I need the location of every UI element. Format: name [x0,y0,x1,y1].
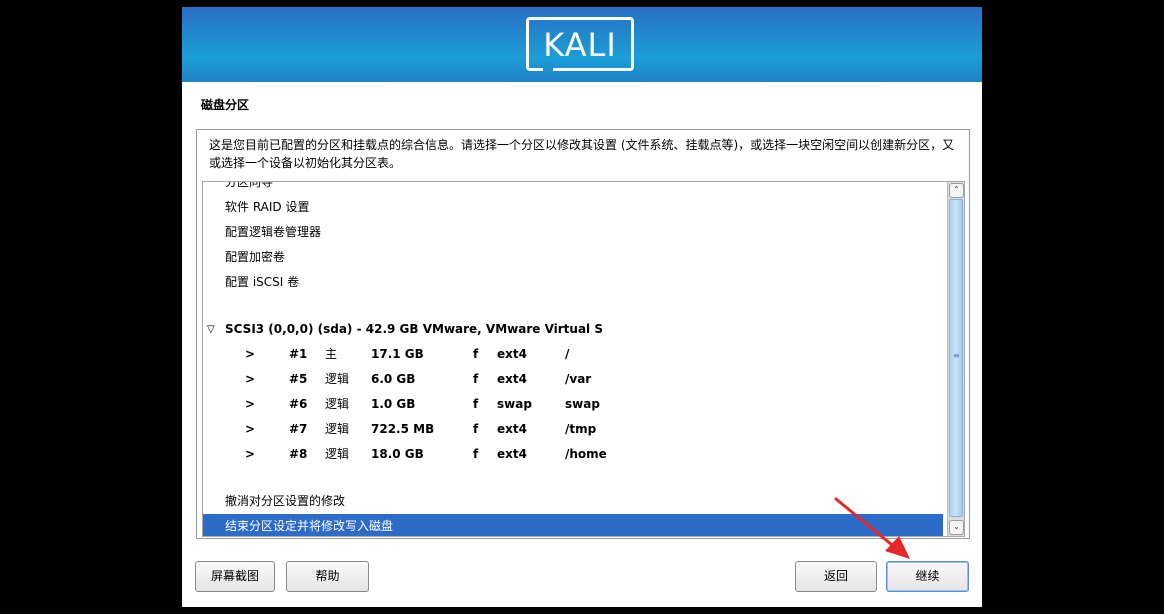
partition-type: 主 [325,347,338,361]
chevron-right-icon: > [245,447,256,461]
chevron-right-icon: > [245,397,256,411]
list-item-encrypted-volumes[interactable]: 配置加密卷 [203,245,943,270]
list-item-iscsi[interactable]: 配置 iSCSI 卷 [203,270,943,295]
scroll-up-icon[interactable]: ⌃ [949,183,964,198]
partition-number: #1 [289,347,308,361]
partition-number: #8 [289,447,308,461]
partition-mountpoint: /home [565,447,607,461]
back-button[interactable]: 返回 [795,561,877,592]
partition-row[interactable]: > #1 主 17.1 GB f ext4 / [203,342,943,367]
partition-mountpoint: swap [565,397,600,411]
scroll-down-icon[interactable]: ⌄ [949,520,964,535]
partition-size: 18.0 GB [371,447,424,461]
screenshot-button[interactable]: 屏幕截图 [195,561,275,592]
partition-type: 逻辑 [325,422,350,436]
list-item-software-raid[interactable]: 软件 RAID 设置 [203,195,943,220]
partition-row[interactable]: > #5 逻辑 6.0 GB f ext4 /var [203,367,943,392]
partition-number: #5 [289,372,308,386]
partition-type: 逻辑 [325,447,350,461]
content-panel: 这是您目前已配置的分区和挂载点的综合信息。请选择一个分区以修改其设置 (文件系统… [196,129,970,539]
partition-number: #6 [289,397,308,411]
continue-button[interactable]: 继续 [886,561,969,592]
partition-type: 逻辑 [325,397,350,411]
instructions-text: 这是您目前已配置的分区和挂载点的综合信息。请选择一个分区以修改其设置 (文件系统… [209,138,955,170]
partition-row[interactable]: > #6 逻辑 1.0 GB f swap swap [203,392,943,417]
chevron-right-icon: > [245,422,256,436]
list-item-undo-changes[interactable]: 撤消对分区设置的修改 [203,489,943,514]
partition-mountpoint: /tmp [565,422,597,436]
partition-filesystem: ext4 [497,347,527,361]
partition-format-flag: f [473,422,479,436]
grip-icon: ≡ [953,351,960,360]
list-item-finish-partitioning[interactable]: 结束分区设定并将修改写入磁盘 [203,514,943,536]
partition-format-flag: f [473,397,479,411]
partition-format-flag: f [473,347,479,361]
step-title: 磁盘分区 [201,98,250,112]
partition-mountpoint: /var [565,372,592,386]
installer-window: KALI 磁盘分区 这是您目前已配置的分区和挂载点的综合信息。请选择一个分区以修… [182,7,982,607]
chevron-right-icon: > [245,372,256,386]
kali-banner: KALI [182,7,982,82]
partition-filesystem: ext4 [497,372,527,386]
partition-row[interactable]: > #8 逻辑 18.0 GB f ext4 /home [203,442,943,467]
expand-triangle-icon: ▽ [207,324,215,335]
partition-size: 6.0 GB [371,372,416,386]
partition-format-flag: f [473,447,479,461]
partition-filesystem: swap [497,397,532,411]
list-item-disk-sda[interactable]: ▽ SCSI3 (0,0,0) (sda) - 42.9 GB VMware, … [203,317,943,342]
scrollbar-thumb[interactable]: ≡ [949,199,963,517]
partition-mountpoint: / [565,347,570,361]
list-item-lvm[interactable]: 配置逻辑卷管理器 [203,220,943,245]
kali-logo: KALI [526,17,634,71]
logo-text: KALI [543,26,617,64]
list-scrollbar[interactable]: ⌃ ≡ ⌄ [947,182,964,536]
partition-format-flag: f [473,372,479,386]
partition-size: 1.0 GB [371,397,416,411]
partition-row[interactable]: > #7 逻辑 722.5 MB f ext4 /tmp [203,417,943,442]
chevron-right-icon: > [245,347,256,361]
partition-filesystem: ext4 [497,422,527,436]
partition-filesystem: ext4 [497,447,527,461]
help-button[interactable]: 帮助 [286,561,369,592]
partition-type: 逻辑 [325,372,350,386]
partition-size: 17.1 GB [371,347,424,361]
partition-list[interactable]: 分区向导 软件 RAID 设置 配置逻辑卷管理器 配置加密卷 配置 iSCSI … [202,181,965,537]
partition-number: #7 [289,422,308,436]
list-item-partition-wizard[interactable]: 分区向导 [203,182,943,195]
partition-size: 722.5 MB [371,422,435,436]
